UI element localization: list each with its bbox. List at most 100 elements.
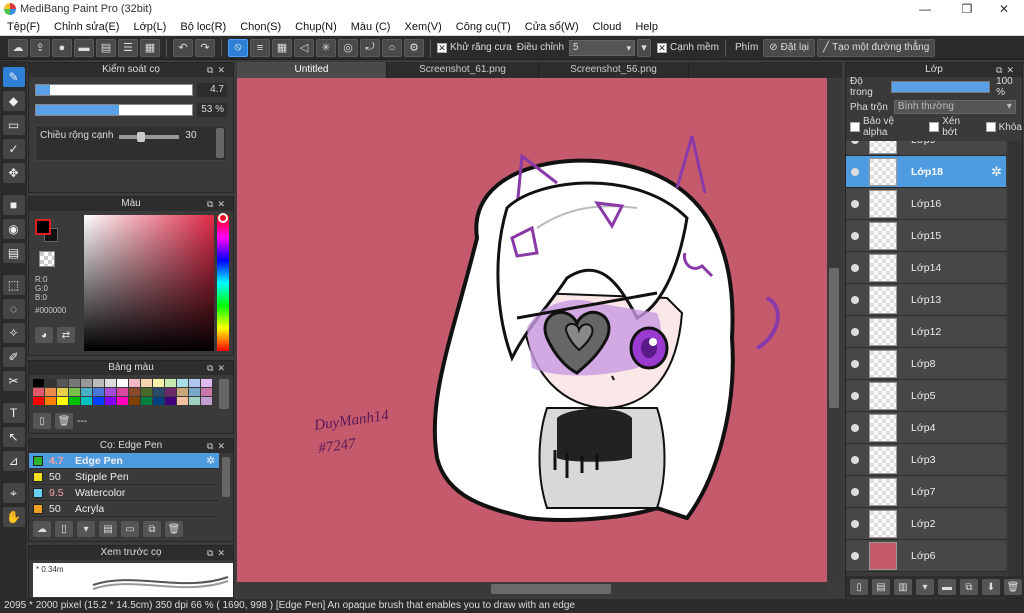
layer-row[interactable]: Lớp7 bbox=[846, 476, 1006, 508]
visibility-icon[interactable] bbox=[851, 391, 859, 400]
list-icon[interactable]: ☰ bbox=[118, 38, 138, 57]
restore-button[interactable]: ❐ bbox=[947, 0, 987, 18]
brush-item-stipple-pen[interactable]: 50 Stipple Pen bbox=[29, 469, 219, 485]
clipping-checkbox[interactable]: Xén bớt bbox=[929, 116, 977, 138]
palette-swatch[interactable] bbox=[201, 388, 212, 396]
drawing-canvas[interactable]: DuyManh14 #7247 bbox=[237, 78, 827, 582]
hue-slider[interactable] bbox=[217, 215, 229, 351]
palette-swatch-grid[interactable] bbox=[33, 379, 212, 405]
layer-row[interactable]: Lớp5 bbox=[846, 380, 1006, 412]
move-tool-icon[interactable]: ✥ bbox=[2, 163, 25, 183]
canvas-horizontal-scrollbar[interactable] bbox=[237, 582, 827, 596]
snap-ellipse-icon[interactable]: ○ bbox=[382, 38, 402, 57]
duplicate-layer-icon[interactable]: ⧉ bbox=[960, 579, 978, 595]
new-halftone-layer-icon[interactable]: ▤ bbox=[872, 579, 890, 595]
color-swap-icon[interactable]: ⇄ bbox=[57, 327, 75, 343]
correction-dropdown-icon[interactable]: ▾ bbox=[637, 38, 652, 57]
visibility-icon[interactable] bbox=[851, 263, 859, 272]
visibility-icon[interactable] bbox=[851, 551, 859, 560]
magic-wand-tool-icon[interactable]: ✧ bbox=[2, 323, 25, 343]
layer-row[interactable]: Lớp3 bbox=[846, 444, 1006, 476]
layer-row[interactable]: Lớp14 bbox=[846, 252, 1006, 284]
palette-swatch[interactable] bbox=[57, 397, 68, 405]
new-8bit-layer-icon[interactable]: ▥ bbox=[894, 579, 912, 595]
palette-swatch[interactable] bbox=[177, 388, 188, 396]
tab-untitled[interactable]: Untitled bbox=[237, 62, 387, 78]
panel-controls-icon[interactable]: ⧉✕ bbox=[207, 63, 229, 77]
palette-swatch[interactable] bbox=[57, 379, 68, 387]
scrollbar-thumb[interactable] bbox=[491, 584, 611, 594]
visibility-icon[interactable] bbox=[851, 199, 859, 208]
text-tool-icon[interactable]: T bbox=[2, 403, 25, 423]
palette-swatch[interactable] bbox=[201, 397, 212, 405]
palette-swatch[interactable] bbox=[201, 379, 212, 387]
visibility-icon[interactable] bbox=[851, 455, 859, 464]
palette-swatch[interactable] bbox=[129, 379, 140, 387]
operation-tool-icon[interactable]: ↖ bbox=[2, 427, 25, 447]
visibility-icon[interactable] bbox=[851, 327, 859, 336]
new-palette-icon[interactable]: ▯ bbox=[33, 413, 51, 429]
brush-list-scrollbar[interactable] bbox=[222, 457, 230, 497]
brush-size-slider[interactable] bbox=[35, 84, 193, 96]
palette-swatch[interactable] bbox=[33, 379, 44, 387]
panel-controls-icon[interactable]: ⧉✕ bbox=[207, 197, 229, 211]
layer-row[interactable]: Lớp4 bbox=[846, 412, 1006, 444]
layer-row[interactable]: Lớp15 bbox=[846, 220, 1006, 252]
visibility-icon[interactable] bbox=[851, 167, 859, 176]
palette-swatch[interactable] bbox=[57, 388, 68, 396]
palette-swatch[interactable] bbox=[93, 379, 104, 387]
brush-item-acryla[interactable]: 50 Acryla bbox=[29, 501, 219, 517]
palette-swatch[interactable] bbox=[129, 397, 140, 405]
select-eraser-tool-icon[interactable]: ✂ bbox=[2, 371, 25, 391]
palette-swatch[interactable] bbox=[117, 397, 128, 405]
palette-swatch[interactable] bbox=[45, 388, 56, 396]
palette-icon[interactable]: ◕ bbox=[35, 327, 53, 343]
menu-window[interactable]: Cửa sổ(W) bbox=[518, 21, 586, 33]
palette-swatch[interactable] bbox=[189, 379, 200, 387]
brush-add-menu-icon[interactable]: ▾ bbox=[77, 521, 95, 537]
layer-row[interactable]: Lớp16 bbox=[846, 188, 1006, 220]
share-icon[interactable]: ⇪ bbox=[30, 38, 50, 57]
palette-swatch[interactable] bbox=[69, 397, 80, 405]
correction-select[interactable]: 5 bbox=[569, 39, 636, 56]
select-pen-tool-icon[interactable]: ✐ bbox=[2, 347, 25, 367]
palette-swatch[interactable] bbox=[189, 388, 200, 396]
panel-controls-icon[interactable]: ⧉✕ bbox=[996, 63, 1018, 77]
palette-swatch[interactable] bbox=[129, 388, 140, 396]
palette-swatch[interactable] bbox=[45, 379, 56, 387]
visibility-icon[interactable] bbox=[851, 519, 859, 528]
layer-list-scrollbar[interactable] bbox=[1008, 141, 1022, 577]
visibility-icon[interactable] bbox=[851, 423, 859, 432]
palette-swatch[interactable] bbox=[81, 379, 92, 387]
palette-swatch[interactable] bbox=[117, 388, 128, 396]
add-layer-menu-icon[interactable]: ▾ bbox=[916, 579, 934, 595]
foreground-color-swatch[interactable] bbox=[35, 219, 51, 235]
panel-controls-icon[interactable]: ⧉✕ bbox=[207, 361, 229, 375]
brush-opacity-value[interactable]: 53 % bbox=[197, 103, 227, 117]
palette-swatch[interactable] bbox=[33, 388, 44, 396]
divide-tool-icon[interactable]: ⊿ bbox=[2, 451, 25, 471]
menu-cloud[interactable]: Cloud bbox=[586, 21, 629, 33]
hue-knob[interactable] bbox=[218, 213, 228, 223]
layer-row[interactable]: Lớp6 bbox=[846, 540, 1006, 572]
snap-settings-icon[interactable]: ⚙ bbox=[404, 38, 424, 57]
rect-select-tool-icon[interactable]: ▭ bbox=[2, 115, 25, 135]
cloud-icon[interactable]: ☁ bbox=[8, 38, 28, 57]
palette-scrollbar[interactable] bbox=[219, 379, 229, 409]
palette-swatch[interactable] bbox=[153, 397, 164, 405]
blend-mode-select[interactable]: Bình thường bbox=[893, 100, 1016, 114]
brush-item-watercolor[interactable]: 9.5 Watercolor bbox=[29, 485, 219, 501]
visibility-icon[interactable] bbox=[851, 295, 859, 304]
layer-row[interactable]: Lớp12 bbox=[846, 316, 1006, 348]
snap-circle-icon[interactable]: ◎ bbox=[338, 38, 358, 57]
merge-layer-icon[interactable]: ⬇ bbox=[982, 579, 1000, 595]
bucket-tool-icon[interactable]: ◉ bbox=[2, 219, 25, 239]
visibility-icon[interactable] bbox=[851, 141, 859, 144]
palette-swatch[interactable] bbox=[141, 388, 152, 396]
transparent-color-swatch[interactable] bbox=[39, 251, 55, 267]
brush-cloud-icon[interactable]: ☁ bbox=[33, 521, 51, 537]
palette-swatch[interactable] bbox=[165, 397, 176, 405]
menu-color[interactable]: Màu (C) bbox=[344, 21, 398, 33]
hand-tool-icon[interactable]: ✋ bbox=[2, 507, 25, 527]
layer-row[interactable]: Lớp2 bbox=[846, 508, 1006, 540]
